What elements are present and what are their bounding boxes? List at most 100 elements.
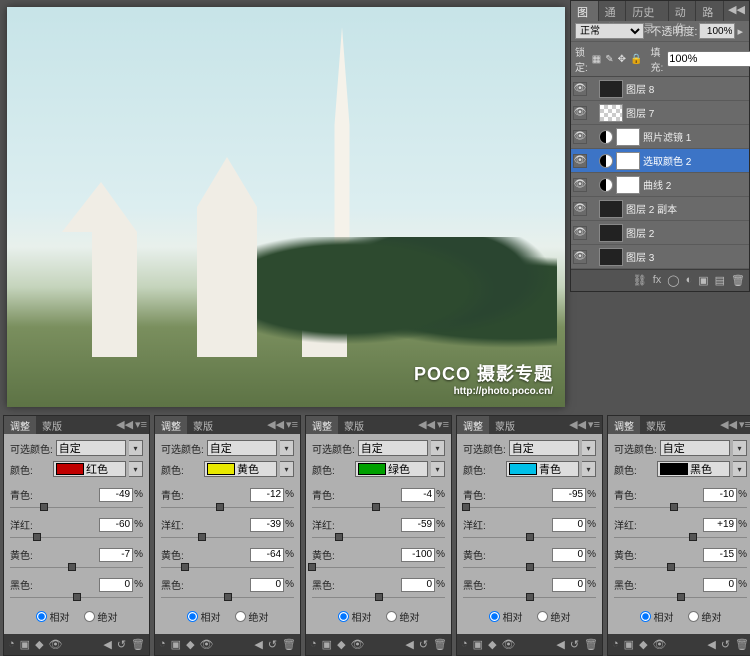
layer-row[interactable]: 👁选取颜色 2 [571, 149, 749, 173]
new-icon[interactable]: ▣ [171, 638, 181, 651]
slider-value-input[interactable] [703, 578, 737, 592]
reset-icon[interactable]: ↺ [570, 638, 579, 651]
lock-all-icon[interactable]: 🔒 [630, 54, 642, 65]
adj-icon[interactable]: ◔ [159, 638, 166, 651]
tab-channels[interactable]: 通道 [599, 1, 627, 21]
slider-track[interactable] [463, 593, 596, 603]
visibility-eye-icon[interactable]: 👁 [573, 130, 587, 144]
slider-value-input[interactable] [99, 548, 133, 562]
trash-icon[interactable]: 🗑 [131, 638, 145, 651]
absolute-radio[interactable]: 绝对 [688, 609, 722, 624]
absolute-radio[interactable]: 绝对 [235, 609, 269, 624]
trash-icon[interactable]: 🗑 [282, 638, 296, 651]
tab-adjustments[interactable]: 调整 [306, 416, 338, 434]
slider-value-input[interactable] [250, 548, 284, 562]
slider-track[interactable] [161, 563, 294, 573]
slider-track[interactable] [161, 533, 294, 543]
layer-row[interactable]: 👁图层 8 [571, 77, 749, 101]
relative-radio[interactable]: 相对 [187, 609, 221, 624]
fill-input[interactable] [667, 51, 750, 67]
slider-handle[interactable] [667, 563, 675, 571]
reset-icon[interactable]: ↺ [721, 638, 730, 651]
visibility-eye-icon[interactable]: 👁 [573, 226, 587, 240]
clip-icon[interactable]: ◆ [186, 638, 194, 651]
slider-track[interactable] [312, 593, 445, 603]
slider-value-input[interactable] [552, 518, 586, 532]
prev-icon[interactable]: ◀ [405, 638, 413, 651]
clip-icon[interactable]: ◆ [337, 638, 345, 651]
slider-value-input[interactable] [552, 548, 586, 562]
slider-track[interactable] [614, 503, 747, 513]
reset-icon[interactable]: ↺ [419, 638, 428, 651]
slider-handle[interactable] [198, 533, 206, 541]
adj-icon[interactable]: ◔ [612, 638, 619, 651]
slider-handle[interactable] [526, 563, 534, 571]
slider-handle[interactable] [677, 593, 685, 601]
collapse-icon[interactable]: ◀◀ [116, 418, 133, 432]
slider-track[interactable] [463, 503, 596, 513]
absolute-radio[interactable]: 绝对 [84, 609, 118, 624]
slider-handle[interactable] [224, 593, 232, 601]
layer-row[interactable]: 👁图层 2 [571, 221, 749, 245]
slider-handle[interactable] [526, 593, 534, 601]
slider-track[interactable] [161, 593, 294, 603]
slider-value-input[interactable] [99, 518, 133, 532]
lock-pixels-icon[interactable]: ✎ [605, 54, 613, 65]
clip-icon[interactable]: ◆ [639, 638, 647, 651]
new-layer-icon[interactable]: ▤ [715, 274, 725, 287]
prev-icon[interactable]: ◀ [556, 638, 564, 651]
slider-handle[interactable] [670, 503, 678, 511]
menu-icon[interactable]: ▾≡ [437, 418, 449, 432]
menu-icon[interactable]: ▾≡ [286, 418, 298, 432]
tab-adjustments[interactable]: 调整 [457, 416, 489, 434]
slider-value-input[interactable] [250, 578, 284, 592]
eye-icon[interactable]: 👁 [200, 638, 214, 651]
tab-adjustments[interactable]: 调整 [608, 416, 640, 434]
eye-icon[interactable]: 👁 [351, 638, 365, 651]
preset-dropdown[interactable]: 自定 [660, 440, 730, 456]
opacity-input[interactable] [699, 23, 735, 39]
slider-handle[interactable] [216, 503, 224, 511]
dropdown-arrow-icon[interactable]: ▾ [733, 461, 747, 477]
collapse-icon[interactable]: ◀◀ [720, 418, 737, 432]
slider-value-input[interactable] [401, 518, 435, 532]
tab-masks[interactable]: 蒙版 [640, 416, 672, 434]
tab-history[interactable]: 历史记录 [626, 1, 668, 21]
visibility-eye-icon[interactable]: 👁 [573, 202, 587, 216]
new-icon[interactable]: ▣ [322, 638, 332, 651]
menu-icon[interactable]: ▾≡ [135, 418, 147, 432]
blend-mode-select[interactable]: 正常 [575, 23, 644, 39]
slider-track[interactable] [10, 593, 143, 603]
group-icon[interactable]: ▣ [698, 274, 708, 287]
layer-row[interactable]: 👁照片滤镜 1 [571, 125, 749, 149]
color-dropdown[interactable]: 红色 [53, 461, 126, 477]
clip-icon[interactable]: ◆ [488, 638, 496, 651]
layer-row[interactable]: 👁曲线 2 [571, 173, 749, 197]
absolute-radio[interactable]: 绝对 [537, 609, 571, 624]
slider-value-input[interactable] [250, 518, 284, 532]
eye-icon[interactable]: 👁 [653, 638, 667, 651]
absolute-radio[interactable]: 绝对 [386, 609, 420, 624]
slider-value-input[interactable] [401, 488, 435, 502]
collapse-icon[interactable]: ◀◀ [267, 418, 284, 432]
slider-handle[interactable] [689, 533, 697, 541]
layer-row[interactable]: 👁图层 7 [571, 101, 749, 125]
prev-icon[interactable]: ◀ [707, 638, 715, 651]
relative-radio[interactable]: 相对 [338, 609, 372, 624]
slider-handle[interactable] [73, 593, 81, 601]
dropdown-arrow-icon[interactable]: ▾ [431, 461, 445, 477]
dropdown-arrow-icon[interactable]: ▾ [129, 461, 143, 477]
tab-paths[interactable]: 路径 [696, 1, 724, 21]
clip-icon[interactable]: ◆ [35, 638, 43, 651]
slider-track[interactable] [312, 503, 445, 513]
slider-handle[interactable] [526, 533, 534, 541]
slider-track[interactable] [463, 533, 596, 543]
eye-icon[interactable]: 👁 [502, 638, 516, 651]
slider-track[interactable] [10, 533, 143, 543]
relative-radio[interactable]: 相对 [36, 609, 70, 624]
link-icon[interactable]: ⛓ [633, 274, 647, 287]
color-dropdown[interactable]: 黑色 [657, 461, 730, 477]
relative-radio[interactable]: 相对 [640, 609, 674, 624]
slider-handle[interactable] [40, 503, 48, 511]
tab-layers[interactable]: 图层 [571, 1, 599, 21]
